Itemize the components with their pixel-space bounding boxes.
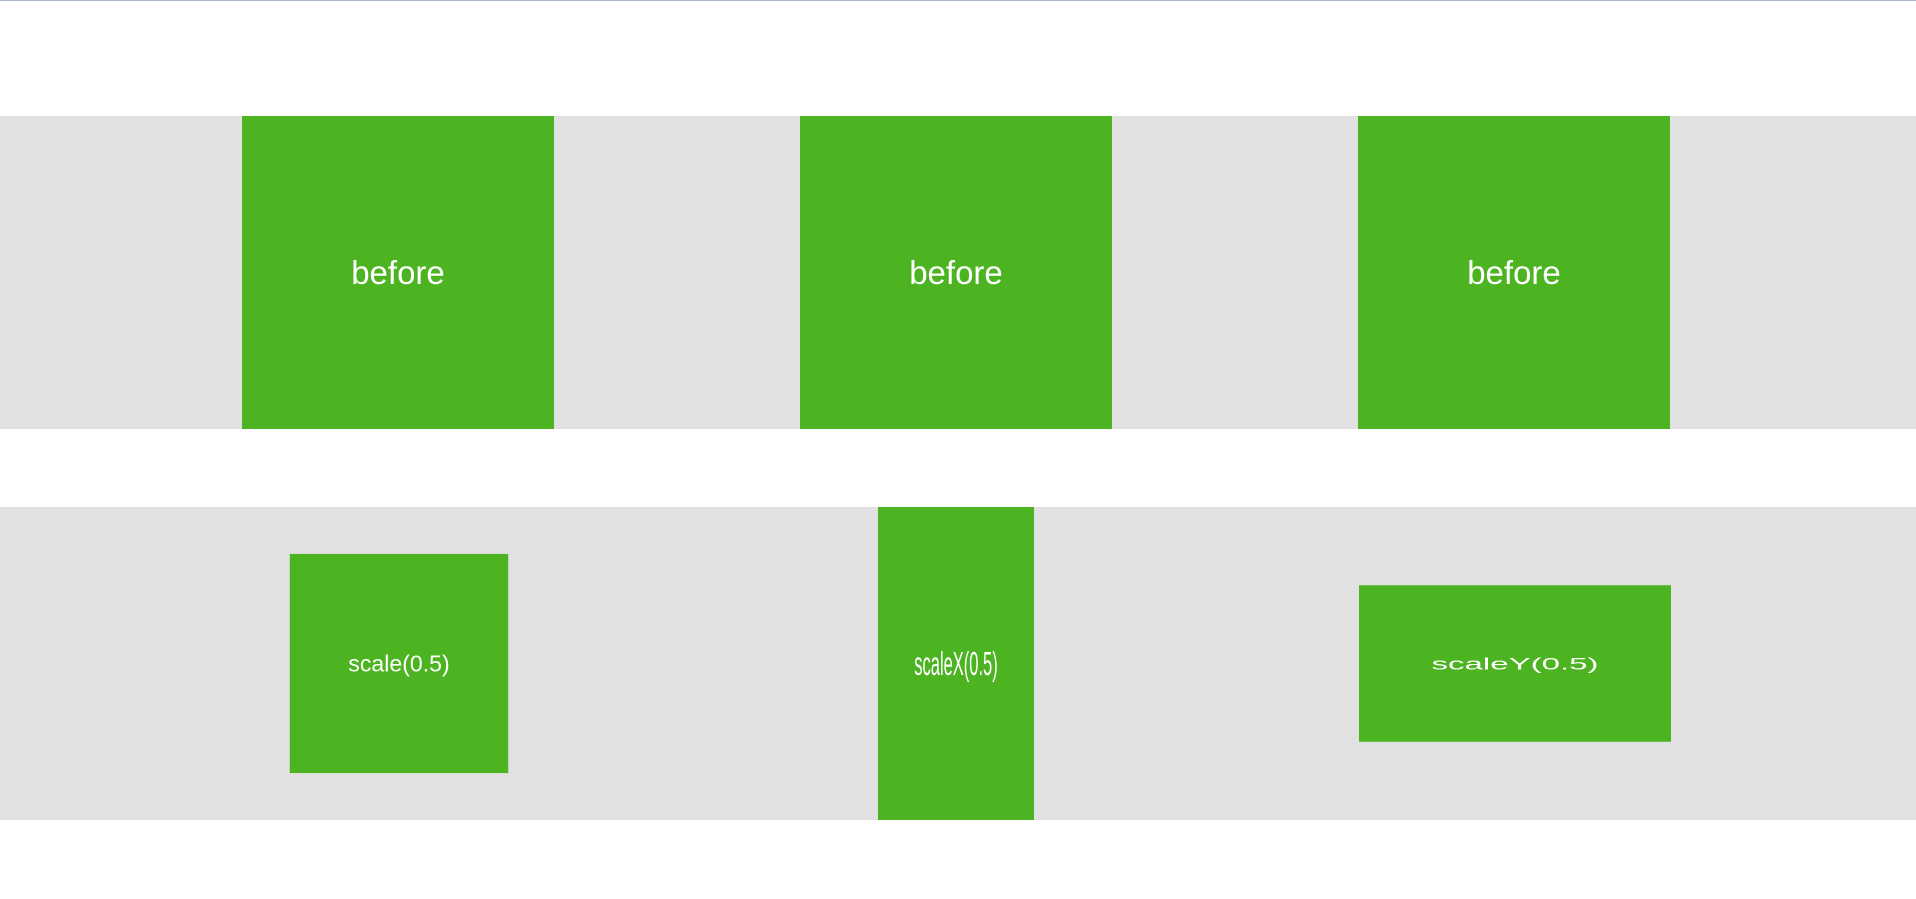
before-box-1-label: before — [351, 253, 445, 291]
top-divider — [0, 0, 1916, 1]
before-box-3: before — [1358, 116, 1670, 429]
scale-box-label: scale(0.5) — [348, 650, 450, 677]
scale-x-box-label: scaleX(0.5) — [914, 644, 998, 682]
before-box-1: before — [242, 116, 554, 429]
before-box-3-label: before — [1467, 253, 1561, 291]
scale-y-box-label: scaleY(0.5) — [1431, 654, 1599, 673]
scale-y-box: scaleY(0.5) — [1359, 585, 1671, 742]
before-box-2-label: before — [909, 253, 1003, 291]
scale-box: scale(0.5) — [289, 553, 509, 774]
scale-x-box: scaleX(0.5) — [878, 507, 1034, 820]
before-box-2: before — [800, 116, 1112, 429]
